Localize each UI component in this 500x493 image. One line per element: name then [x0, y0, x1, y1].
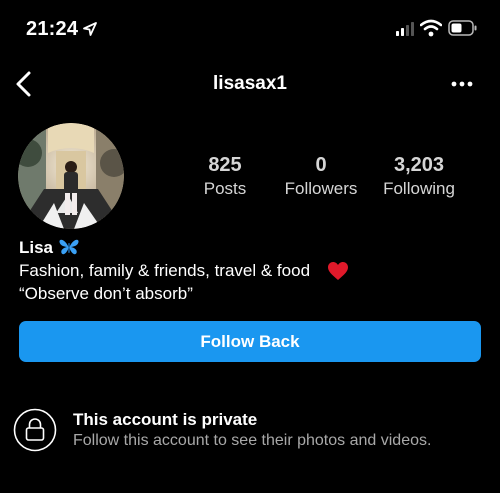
location-arrow-icon: [83, 22, 97, 36]
status-time: 21:24: [26, 18, 79, 40]
following-count-value: 3,203: [393, 154, 445, 176]
posts-count[interactable]: 825 Posts: [195, 153, 255, 200]
following-count[interactable]: 3,203 Following: [374, 153, 464, 200]
followers-count-value: 0: [315, 154, 327, 176]
followers-count-label: Followers: [284, 179, 358, 198]
battery-icon: [448, 20, 477, 36]
more-icon[interactable]: [448, 74, 476, 94]
private-account-subtitle: Follow this account to see their photos …: [73, 432, 432, 449]
butterfly-icon: [59, 239, 79, 255]
wifi-icon: [420, 19, 442, 37]
heart-icon: [328, 262, 348, 280]
avatar[interactable]: [18, 123, 124, 229]
posts-count-value: 825: [208, 154, 242, 176]
bio-line-1: Fashion, family & friends, travel & food: [19, 261, 311, 280]
lock-icon: [13, 408, 57, 452]
private-account-title: This account is private: [73, 410, 258, 429]
following-count-label: Following: [383, 179, 455, 198]
bio-line-2: “Observe don’t absorb”: [19, 284, 193, 303]
posts-count-label: Posts: [203, 179, 247, 198]
profile-username: lisasax1: [213, 73, 287, 94]
follow-back-button[interactable]: Follow Back: [19, 321, 481, 362]
signal-icon: [396, 22, 414, 36]
followers-count[interactable]: 0 Followers: [276, 153, 366, 200]
display-name: Lisa: [19, 238, 54, 257]
